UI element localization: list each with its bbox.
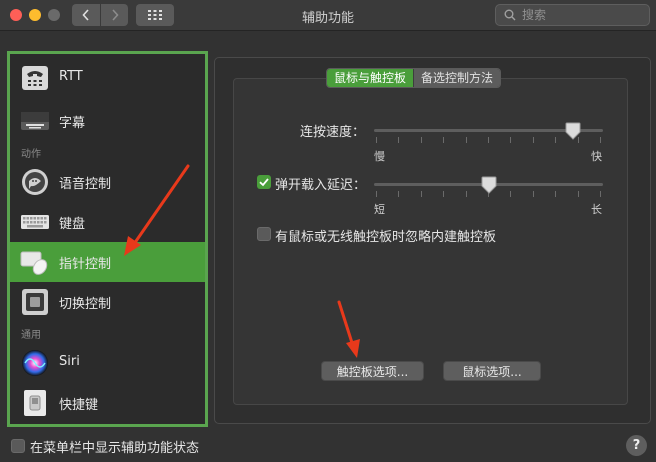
chevron-right-icon bbox=[111, 9, 119, 21]
search-icon bbox=[504, 9, 516, 21]
back-button[interactable] bbox=[72, 4, 100, 26]
slider-tick bbox=[466, 137, 467, 143]
slider-tick bbox=[466, 191, 467, 197]
zoom-window-button[interactable] bbox=[48, 9, 60, 21]
sidebar-item-rtt[interactable]: RTT bbox=[10, 58, 205, 98]
tty-phone-icon bbox=[22, 66, 48, 90]
grid-icon bbox=[148, 10, 162, 20]
title-bar: 辅助功能 bbox=[0, 0, 656, 31]
slider-tick bbox=[510, 191, 511, 197]
slider-max-label: 长 bbox=[591, 203, 602, 216]
slider-tick bbox=[555, 191, 556, 197]
sidebar-item-label: 切换控制 bbox=[59, 297, 112, 312]
close-window-button[interactable] bbox=[10, 9, 22, 21]
tab-segmented-control: 鼠标与触控板 备选控制方法 bbox=[326, 68, 502, 88]
search-input[interactable] bbox=[522, 8, 642, 22]
sidebar-item-shortcut[interactable]: 快捷键 bbox=[10, 383, 205, 423]
slider-min-label: 慢 bbox=[374, 150, 385, 163]
sidebar-item-label: 快捷键 bbox=[59, 398, 99, 413]
search-field[interactable] bbox=[495, 4, 650, 26]
slider-tick bbox=[398, 191, 399, 197]
sidebar-section-actions: 动作 bbox=[21, 149, 41, 160]
minimize-window-button[interactable] bbox=[29, 9, 41, 21]
sidebar-item-label: Siri bbox=[59, 354, 80, 369]
sidebar-item-label: 指针控制 bbox=[59, 257, 112, 272]
voice-control-icon bbox=[22, 169, 48, 195]
sidebar-item-keyboard[interactable]: 键盘 bbox=[10, 202, 205, 242]
spring-loading-label: 弹开载入延迟： bbox=[275, 178, 367, 193]
tab-alternate-control[interactable]: 备选控制方法 bbox=[413, 69, 501, 87]
slider-tick bbox=[443, 191, 444, 197]
sidebar-item-label: 字幕 bbox=[59, 116, 86, 131]
slider-tick bbox=[376, 191, 377, 197]
sidebar-item-captions[interactable]: 字幕 bbox=[10, 101, 205, 141]
captions-icon bbox=[21, 112, 49, 130]
slider-knob[interactable] bbox=[481, 176, 497, 194]
sidebar-item-switch-control[interactable]: 切换控制 bbox=[10, 282, 205, 322]
slider-knob[interactable] bbox=[565, 122, 581, 140]
sidebar-item-siri[interactable]: Siri bbox=[10, 343, 205, 383]
slider-tick bbox=[510, 137, 511, 143]
chevron-left-icon bbox=[82, 9, 89, 21]
slider-tick bbox=[421, 191, 422, 197]
show-in-menubar-label: 在菜单栏中显示辅助功能状态 bbox=[30, 441, 200, 456]
ignore-trackpad-label: 有鼠标或无线触控板时忽略内建触控板 bbox=[275, 230, 497, 245]
show-in-menubar-checkbox[interactable] bbox=[11, 439, 25, 453]
help-button[interactable]: ? bbox=[626, 435, 647, 456]
preferences-window: 辅助功能 RTT 字幕 动作 bbox=[0, 0, 656, 462]
checkmark-icon bbox=[259, 178, 269, 187]
siri-icon bbox=[22, 350, 48, 376]
slider-tick bbox=[443, 137, 444, 143]
slider-tick bbox=[421, 137, 422, 143]
slider-tick bbox=[555, 137, 556, 143]
slider-tick bbox=[398, 137, 399, 143]
slider-tick bbox=[600, 137, 601, 143]
mouse-options-button[interactable]: 鼠标选项... bbox=[443, 361, 541, 381]
show-all-button[interactable] bbox=[136, 4, 174, 26]
trackpad-options-button[interactable]: 触控板选项... bbox=[321, 361, 424, 381]
sidebar-item-label: 语音控制 bbox=[59, 177, 112, 192]
sidebar: RTT 字幕 动作 语音控制 键盘 指针控制 切换控制 通用 Siri 快捷键 bbox=[7, 51, 208, 427]
slider-tick bbox=[376, 137, 377, 143]
navigation-buttons bbox=[72, 4, 128, 26]
slider-min-label: 短 bbox=[374, 203, 385, 216]
shortcut-icon bbox=[24, 390, 46, 416]
forward-button[interactable] bbox=[100, 4, 128, 26]
slider-tick bbox=[488, 137, 489, 143]
slider-tick bbox=[578, 191, 579, 197]
sidebar-item-voice-control[interactable]: 语音控制 bbox=[10, 162, 205, 202]
tab-mouse-trackpad[interactable]: 鼠标与触控板 bbox=[327, 69, 414, 87]
sidebar-section-general: 通用 bbox=[21, 330, 41, 341]
ignore-trackpad-checkbox[interactable] bbox=[257, 227, 271, 241]
sidebar-item-label: RTT bbox=[59, 69, 83, 84]
spring-loading-checkbox[interactable] bbox=[257, 175, 271, 189]
keyboard-icon bbox=[21, 215, 49, 229]
slider-tick bbox=[533, 137, 534, 143]
double-click-speed-label: 连按速度： bbox=[300, 125, 366, 140]
slider-tick bbox=[533, 191, 534, 197]
switch-control-icon bbox=[22, 289, 48, 315]
slider-max-label: 快 bbox=[591, 150, 602, 163]
pointer-control-icon bbox=[20, 251, 48, 275]
sidebar-item-pointer-control[interactable]: 指针控制 bbox=[10, 242, 205, 282]
slider-tick bbox=[600, 191, 601, 197]
sidebar-item-label: 键盘 bbox=[59, 217, 86, 232]
